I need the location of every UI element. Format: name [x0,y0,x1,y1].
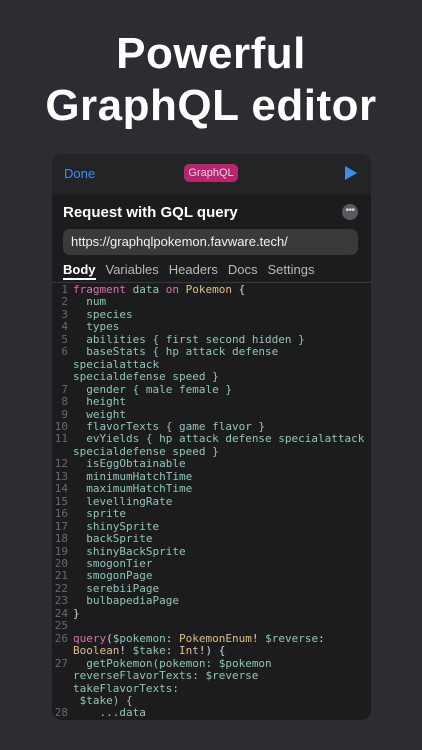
code-token: specialdefense speed } [73,370,219,384]
code-token: bulbapediaPage [73,594,179,608]
tab-bar: Body Variables Headers Docs Settings [63,262,314,280]
code-token: query [73,631,107,645]
code-token: reverseFlavorTexts: $reverse takeFlavorT… [73,669,266,695]
code-token: PokemonEnum [178,631,252,645]
code-text: baseStats { hp attack defense specialatt… [73,345,369,371]
code-text: } [73,606,369,620]
line-number: 11 [54,432,68,446]
line-number: 27 [54,656,68,670]
line-number: 6 [61,345,68,359]
code-token: : [165,644,179,658]
code-token: getPokemon(pokemon: $pokemon [73,656,272,670]
code-token: smogonTier [73,556,153,570]
code-token: serebiiPage [73,581,160,595]
code-token: isEggObtainable [73,457,186,471]
code-token: : [165,631,179,645]
code-token: species [73,307,133,321]
line-number [52,371,73,383]
nav-bar: Done GraphQL [52,154,371,194]
line-number: 21 [54,569,68,583]
code-token: ...data [73,706,146,720]
code-token: } [73,606,80,620]
code-token: num [73,295,107,309]
code-token: ( [106,631,113,645]
code-text: fragment data on Pokemon { [73,283,369,296]
code-token: fragment [73,283,126,296]
code-token: height [73,395,126,409]
code-token: { [231,283,246,296]
code-token: evYields { hp attack defense specialatta… [73,432,365,446]
code-token: shinyBackSprite [73,544,186,558]
line-number: 8 [61,395,68,409]
code-token: on [165,283,179,296]
line-number: 14 [54,482,68,496]
code-text: ...data [73,707,369,719]
line-number: 28 [54,706,68,720]
graphql-badge[interactable]: GraphQL [184,164,238,182]
code-token: types [73,320,120,334]
code-token: flavorTexts { game flavor } [73,419,266,433]
code-token: : [318,631,325,645]
url-field[interactable]: https://graphqlpokemon.favware.tech/ [63,229,358,255]
code-token: gender { male female } [73,382,232,396]
line-number [52,645,73,657]
headline-line-2: GraphQL editor [45,81,377,130]
code-token: shinySprite [73,519,160,533]
line-number: 23 [54,594,68,608]
code-token: } [73,719,93,720]
code-token: sprite [73,507,126,521]
code-token: data [125,283,166,296]
code-token: ! [119,644,133,658]
headline-line-1: Powerful [116,29,306,78]
code-token: Int [178,644,199,658]
code-token: backSprite [73,532,153,546]
code-token: maximumHatchTime [73,482,193,496]
code-token: baseStats { hp attack defense specialatt… [73,345,285,371]
line-number: 26 [54,631,68,645]
tab-docs[interactable]: Docs [228,262,258,280]
code-token: !) { [198,644,226,658]
code-line: 23 bulbapediaPage [52,594,371,608]
code-token: Boolean [73,644,120,658]
line-number: 16 [54,507,68,521]
code-line: reverseFlavorTexts: $reverse takeFlavorT… [52,669,371,695]
line-number: 4 [61,320,68,334]
line-number [52,670,73,695]
line-number: 18 [54,532,68,546]
code-token: specialdefense speed } [73,444,219,458]
code-line: 24} [52,606,371,620]
code-editor[interactable]: 1 fragment data on Pokemon {2 num 3 specie… [52,283,371,720]
tab-headers[interactable]: Headers [169,262,218,280]
more-icon[interactable]: ••• [342,204,358,220]
play-icon[interactable] [345,166,357,180]
code-token: levellingRate [73,494,173,508]
line-number: 12 [54,457,68,471]
code-token: $pokemon [112,631,166,645]
tab-body[interactable]: Body [63,262,96,280]
code-token: weight [73,407,126,421]
code-text: reverseFlavorTexts: $reverse takeFlavorT… [73,669,369,695]
tab-variables[interactable]: Variables [106,262,159,280]
code-token: minimumHatchTime [73,469,193,483]
code-text: bulbapediaPage [73,595,369,607]
code-token: ! [251,631,266,645]
done-button[interactable]: Done [64,166,95,181]
line-number: 25 [54,619,68,633]
code-line: 6 baseStats { hp attack defense speciala… [52,345,371,371]
code-token: $take) { [73,693,133,707]
code-token: abilities { first second hidden } [73,332,305,346]
code-token: $take [132,644,166,658]
code-line: 28 ...data [52,706,371,720]
tab-settings[interactable]: Settings [268,262,315,280]
headline: Powerful GraphQL editor [0,28,422,132]
request-title: Request with GQL query [63,204,238,221]
code-token: Pokemon [185,283,232,296]
app-window: Done GraphQL Request with GQL query ••• … [52,154,371,720]
code-token: smogonPage [73,569,153,583]
code-token: $reverse [265,631,319,645]
